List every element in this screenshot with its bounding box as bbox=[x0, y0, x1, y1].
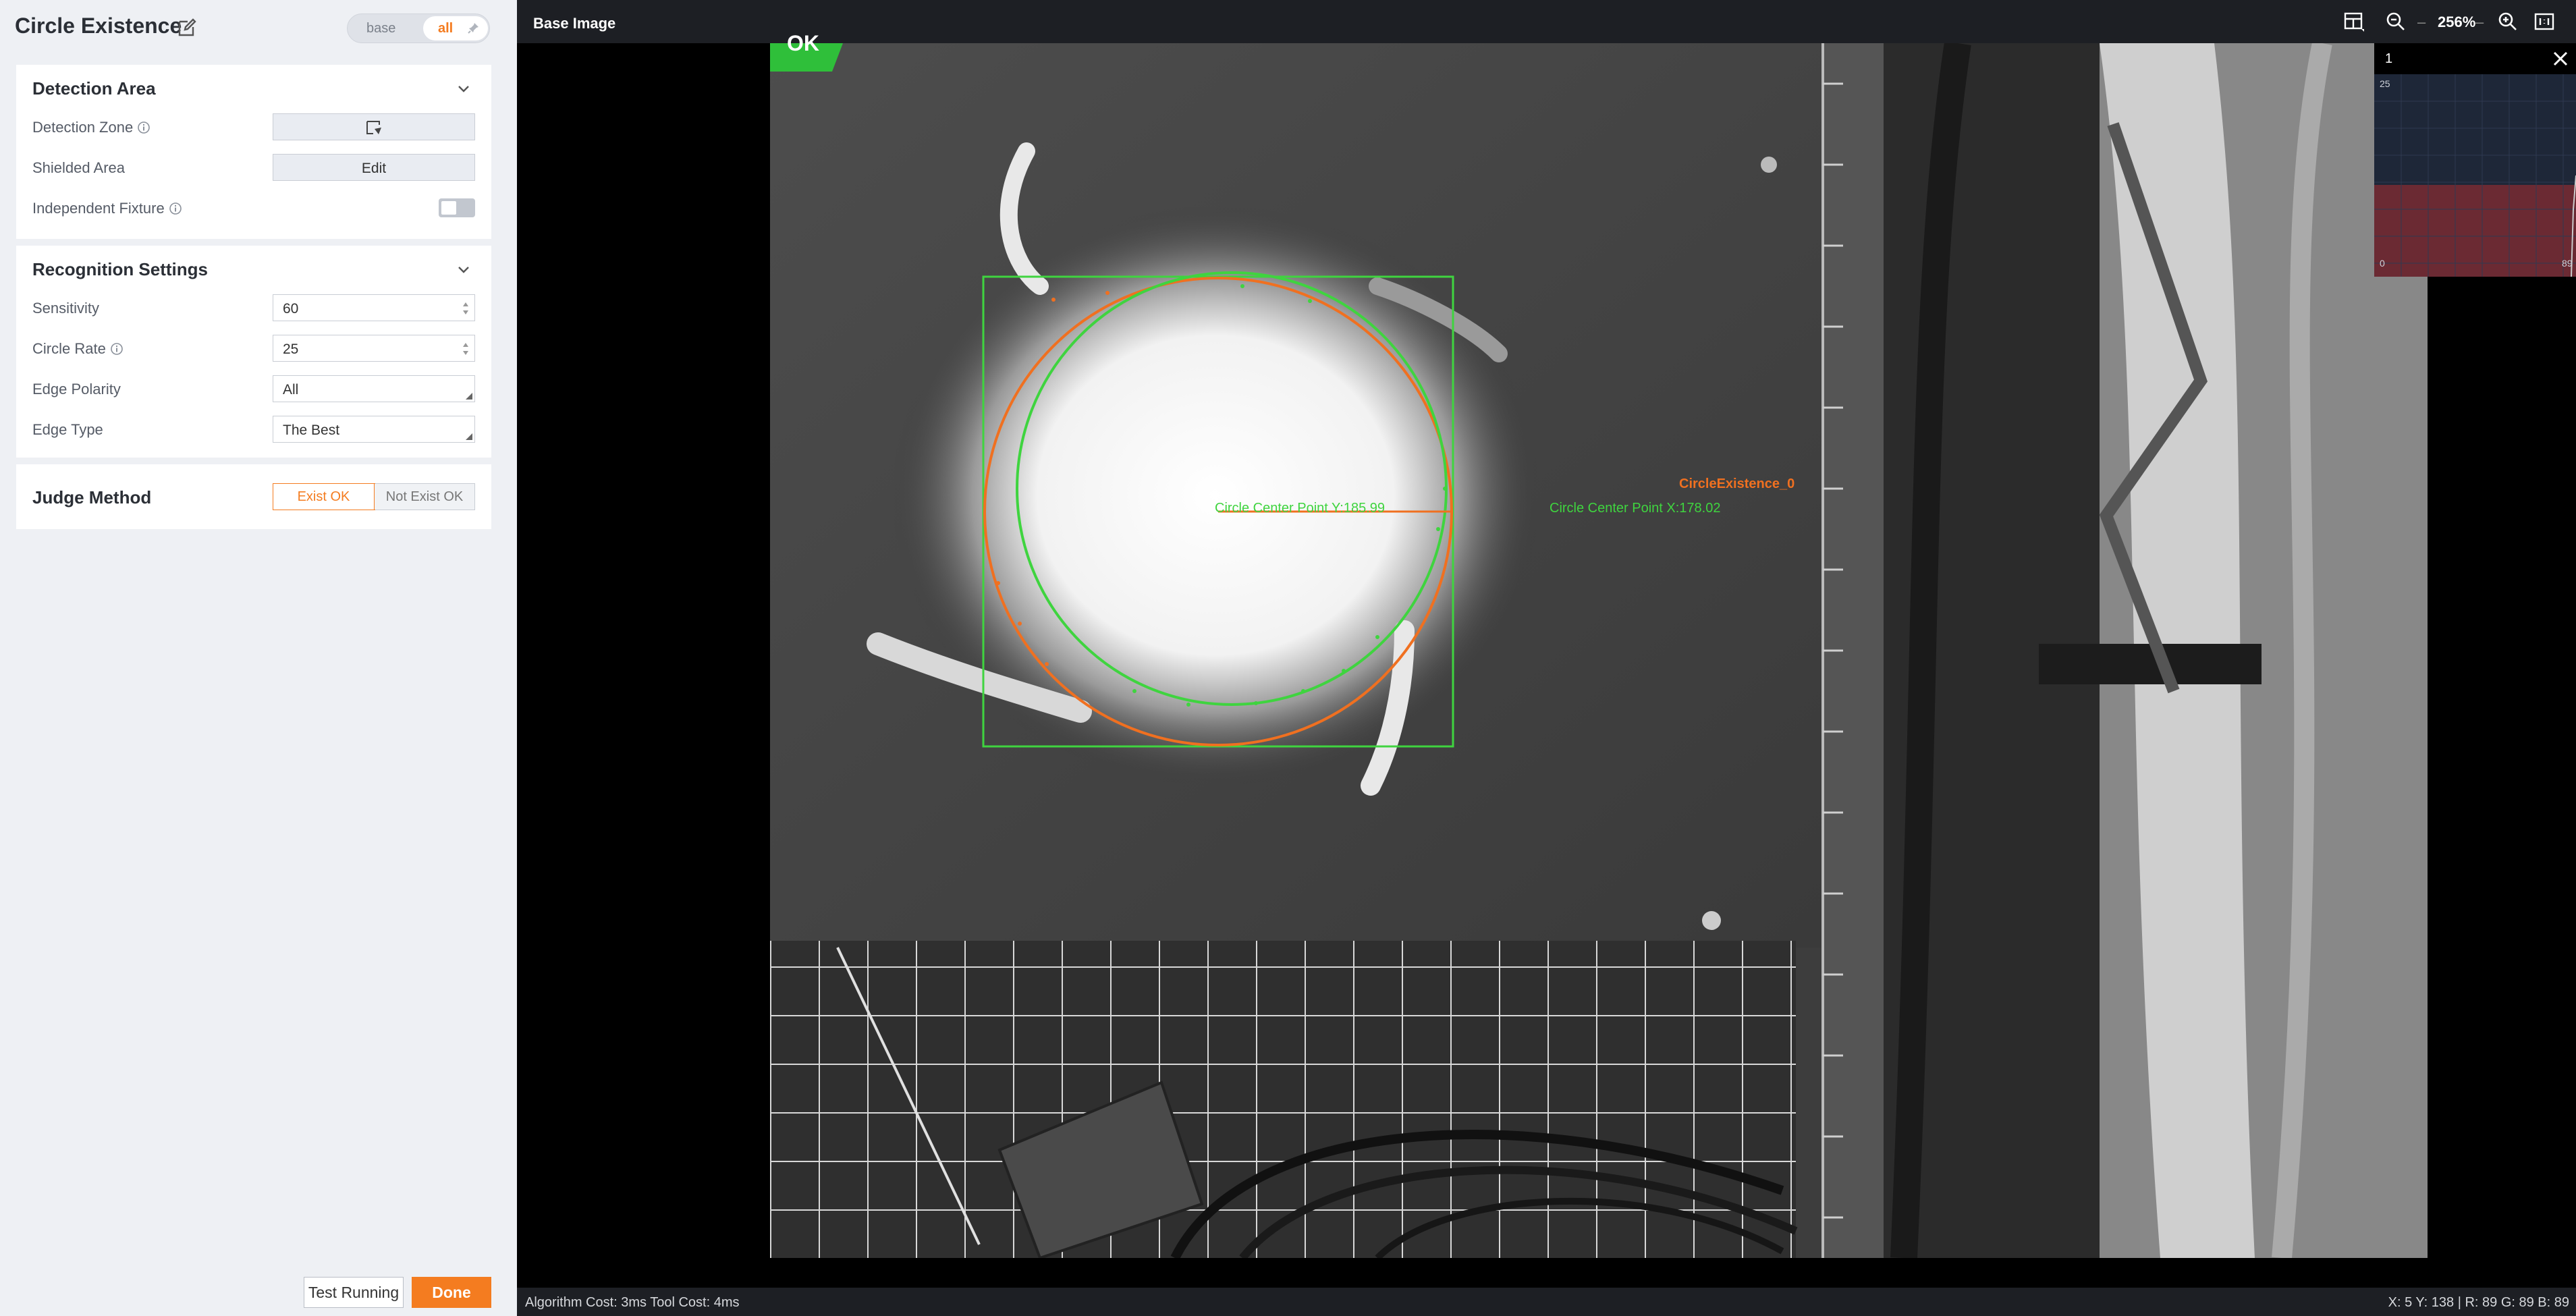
panel-header: Circle Existence base all bbox=[0, 0, 517, 58]
zoom-level: 256% bbox=[2438, 13, 2476, 30]
detection-area-title: Detection Area bbox=[32, 78, 156, 99]
shielded-area-label: Shielded Area bbox=[32, 159, 125, 176]
result-ok-label: OK bbox=[787, 31, 819, 55]
done-button[interactable]: Done bbox=[412, 1277, 491, 1308]
edge-polarity-value: All bbox=[283, 382, 299, 397]
zoom-in-icon[interactable] bbox=[2497, 11, 2519, 32]
shielded-area-edit-button[interactable]: Edit bbox=[273, 154, 475, 181]
recognition-settings-title: Recognition Settings bbox=[32, 259, 208, 279]
histogram-chart bbox=[2374, 74, 2576, 277]
edge-type-value: The Best bbox=[283, 422, 340, 438]
edge-type-select[interactable]: The Best bbox=[273, 416, 475, 443]
status-bar: Algorithm Cost: 3ms Tool Cost: 4ms X: 5 … bbox=[517, 1288, 2576, 1316]
info-icon bbox=[111, 343, 123, 355]
viewer-toolbar: Base Image – 256% – bbox=[517, 0, 2576, 43]
edge-polarity-label: Edge Polarity bbox=[32, 381, 121, 397]
edge-type-label: Edge Type bbox=[32, 421, 103, 438]
histogram-y-max: 25 bbox=[2380, 78, 2390, 89]
toggle-all-option[interactable]: all bbox=[423, 16, 488, 40]
judge-method-title: Judge Method bbox=[32, 487, 152, 508]
recognition-settings-card: Recognition Settings Sensitivity 60 Circ… bbox=[16, 246, 491, 458]
info-icon bbox=[138, 121, 150, 134]
image-viewer: Base Image – 256% – CircleExistence_0 Ci… bbox=[517, 0, 2576, 1316]
test-running-button[interactable]: Test Running bbox=[304, 1277, 404, 1308]
detection-zone-label: Detection Zone bbox=[32, 119, 134, 136]
judge-exist-ok-option[interactable]: Exist OK bbox=[273, 483, 375, 510]
toggle-all-label: all bbox=[438, 21, 454, 36]
edge-polarity-select[interactable]: All bbox=[273, 375, 475, 402]
draw-region-icon bbox=[366, 121, 381, 134]
tool-title: Circle Existence bbox=[15, 13, 182, 38]
overlay-center-y: Circle Center Point Y:185.99 bbox=[1215, 501, 1386, 516]
edit-title-icon[interactable] bbox=[177, 18, 197, 38]
sensitivity-value: 60 bbox=[283, 301, 299, 317]
zoom-separator-left: – bbox=[2417, 13, 2426, 30]
stepper-arrows-icon[interactable] bbox=[462, 341, 469, 357]
histogram-x-min: 0 bbox=[2380, 258, 2385, 269]
circle-rate-label-row: Circle Rate bbox=[32, 340, 124, 358]
scope-toggle[interactable]: base all bbox=[347, 13, 490, 43]
histogram-x-max: 89 bbox=[2562, 258, 2573, 269]
independent-fixture-label-row: Independent Fixture bbox=[32, 200, 182, 217]
circle-rate-value: 25 bbox=[283, 341, 299, 357]
judge-exist-ok-label: Exist OK bbox=[297, 489, 350, 504]
judge-not-exist-ok-label: Not Exist OK bbox=[385, 489, 464, 504]
stepper-arrows-icon[interactable] bbox=[462, 300, 469, 317]
histogram-channel: 1 bbox=[2385, 51, 2393, 66]
dropdown-corner-icon bbox=[466, 433, 472, 440]
zoom-separator-right: – bbox=[2475, 13, 2484, 30]
circle-rate-stepper[interactable]: 25 bbox=[273, 335, 475, 362]
histogram-header: 1 bbox=[2374, 43, 2576, 74]
histogram-panel: 1 25 0 89 bbox=[2374, 43, 2576, 277]
layout-grid-icon[interactable] bbox=[2343, 11, 2365, 32]
zoom-out-icon[interactable] bbox=[2385, 11, 2407, 32]
circle-rate-label: Circle Rate bbox=[32, 340, 106, 357]
info-icon bbox=[169, 202, 182, 215]
settings-panel: Circle Existence base all Detection Area… bbox=[0, 0, 517, 1316]
independent-fixture-switch[interactable] bbox=[439, 198, 475, 217]
judge-not-exist-ok-option[interactable]: Not Exist OK bbox=[375, 484, 474, 510]
pixel-readout: X: 5 Y: 138 | R: 89 G: 89 B: 89 bbox=[2388, 1295, 2569, 1310]
sensitivity-label: Sensitivity bbox=[32, 300, 100, 317]
camera-image[interactable] bbox=[770, 43, 2428, 1258]
viewer-title: Base Image bbox=[533, 15, 616, 32]
cost-readout: Algorithm Cost: 3ms Tool Cost: 4ms bbox=[525, 1295, 740, 1310]
dropdown-corner-icon bbox=[466, 393, 472, 400]
switch-knob bbox=[441, 201, 456, 215]
toggle-base-option[interactable]: base bbox=[366, 21, 395, 36]
sensitivity-stepper[interactable]: 60 bbox=[273, 294, 475, 321]
pin-icon bbox=[468, 23, 478, 34]
close-icon[interactable] bbox=[2550, 49, 2571, 69]
detection-zone-label-row: Detection Zone bbox=[32, 119, 150, 136]
judge-method-card: Judge Method Exist OK Not Exist OK bbox=[16, 464, 491, 529]
overlay-center-x: Circle Center Point X:178.02 bbox=[1550, 501, 1721, 516]
overlay-tool-name: CircleExistence_0 bbox=[1679, 476, 1795, 491]
detection-area-card: Detection Area Detection Zone Shielded A… bbox=[16, 65, 491, 239]
chevron-down-icon[interactable] bbox=[456, 81, 471, 96]
chevron-down-icon[interactable] bbox=[456, 262, 471, 277]
judge-method-segmented[interactable]: Exist OK Not Exist OK bbox=[273, 483, 475, 510]
actual-size-icon[interactable] bbox=[2533, 11, 2555, 32]
detection-zone-button[interactable] bbox=[273, 113, 475, 140]
independent-fixture-label: Independent Fixture bbox=[32, 200, 165, 217]
shielded-area-edit-label: Edit bbox=[361, 161, 387, 176]
